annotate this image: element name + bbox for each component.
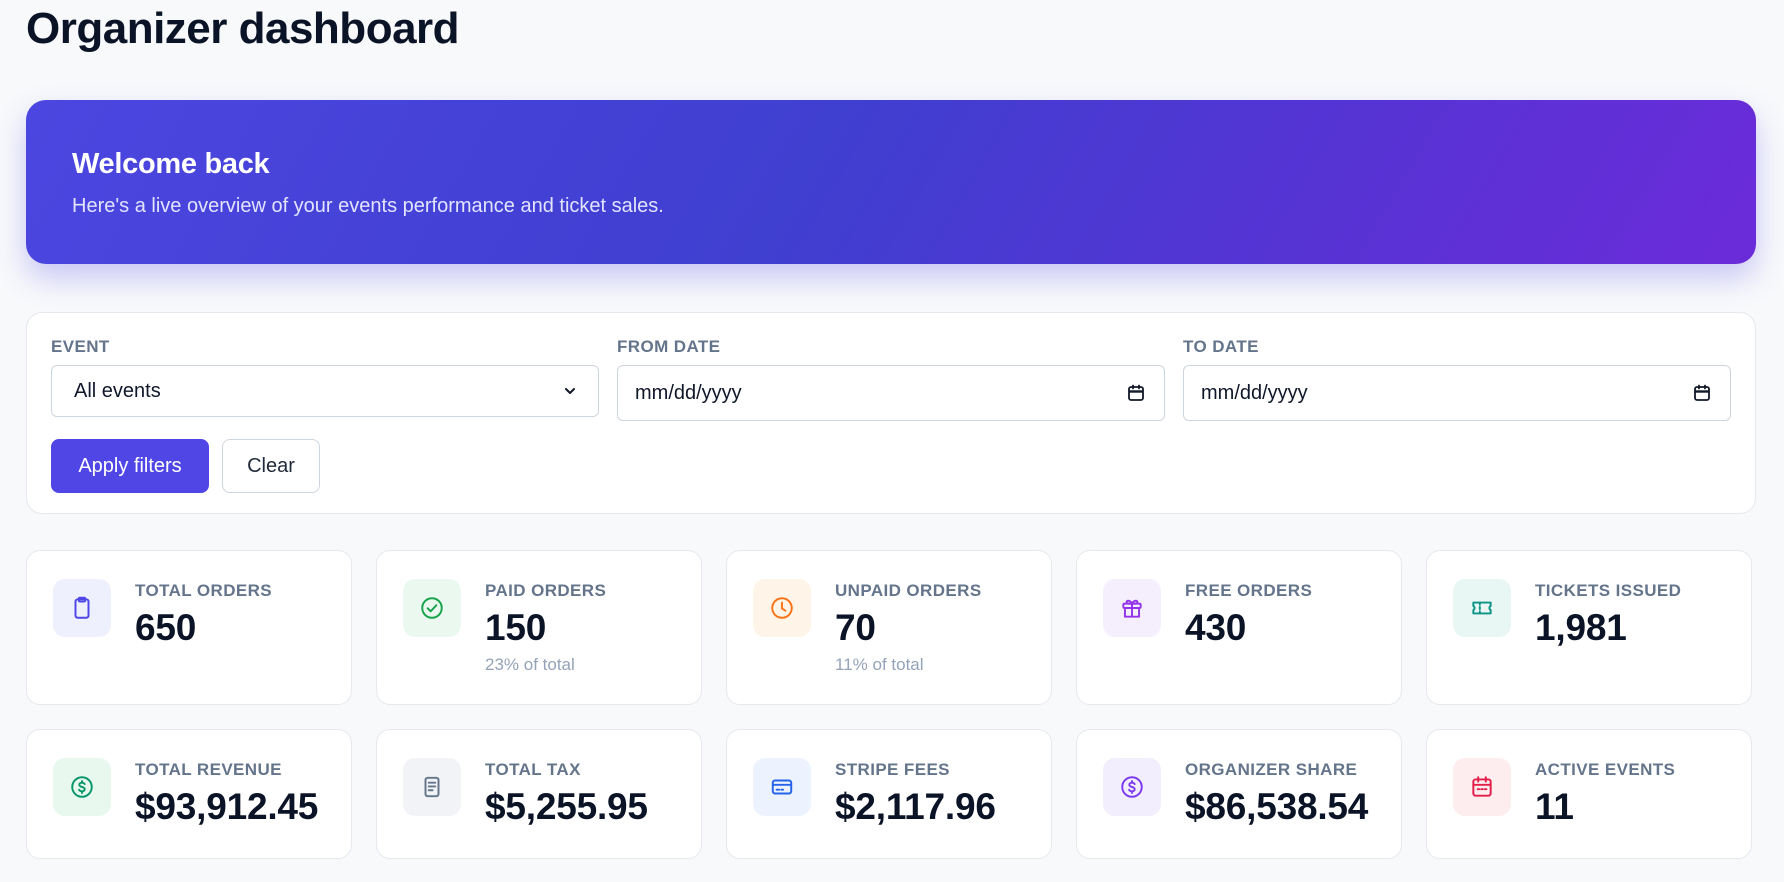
stat-card-free-orders: FREE ORDERS 430 bbox=[1076, 550, 1402, 705]
stat-label: UNPAID ORDERS bbox=[835, 581, 982, 600]
stat-card-active-events: ACTIVE EVENTS 11 bbox=[1426, 729, 1752, 859]
stat-value: 650 bbox=[135, 607, 197, 648]
calendar-icon[interactable] bbox=[1692, 383, 1712, 403]
clear-filters-button[interactable]: Clear bbox=[222, 439, 320, 493]
stat-percentage: 11% of total bbox=[835, 655, 924, 674]
organizer-dashboard: Organizer dashboard Welcome back Here's … bbox=[0, 0, 1784, 882]
stat-card-paid-orders: PAID ORDERS 150 23% of total bbox=[376, 550, 702, 705]
stat-label: ACTIVE EVENTS bbox=[1535, 760, 1676, 779]
chevron-down-icon bbox=[565, 388, 575, 394]
filters-panel: EVENT All events FROM DATE mm/dd/yyyy TO… bbox=[26, 312, 1756, 514]
ticket-icon bbox=[1453, 579, 1511, 637]
stat-label: TOTAL TAX bbox=[485, 760, 581, 779]
stat-value: $5,255.95 bbox=[485, 786, 648, 827]
event-filter-label: EVENT bbox=[51, 337, 110, 356]
stat-card-body: ORGANIZER SHARE $86,538.54 bbox=[1185, 758, 1368, 830]
stat-card-total-tax: TOTAL TAX $5,255.95 bbox=[376, 729, 702, 859]
stat-card-body: TOTAL TAX $5,255.95 bbox=[485, 758, 648, 830]
stat-label: PAID ORDERS bbox=[485, 581, 607, 600]
to-date-input[interactable]: mm/dd/yyyy bbox=[1183, 365, 1731, 421]
stat-card-organizer-share: ORGANIZER SHARE $86,538.54 bbox=[1076, 729, 1402, 859]
stat-card-body: UNPAID ORDERS 70 11% of total bbox=[835, 579, 982, 676]
stat-card-body: ACTIVE EVENTS 11 bbox=[1535, 758, 1675, 830]
stat-value: 11 bbox=[1535, 786, 1574, 827]
stat-value: 1,981 bbox=[1535, 607, 1627, 648]
calendar-icon[interactable] bbox=[1126, 383, 1146, 403]
stat-percentage: 23% of total bbox=[485, 655, 575, 674]
from-date-label: FROM DATE bbox=[617, 337, 721, 356]
stat-card-body: TICKETS ISSUED 1,981 bbox=[1535, 579, 1681, 676]
apply-filters-button[interactable]: Apply filters bbox=[51, 439, 209, 493]
stat-label: TOTAL ORDERS bbox=[135, 581, 273, 600]
stat-card-total-orders: TOTAL ORDERS 650 bbox=[26, 550, 352, 705]
welcome-title: Welcome back bbox=[72, 148, 270, 180]
from-date-value: mm/dd/yyyy bbox=[635, 381, 742, 404]
calendar-icon bbox=[1453, 758, 1511, 816]
event-select[interactable]: All events bbox=[51, 365, 599, 417]
stat-value: $93,912.45 bbox=[135, 786, 319, 827]
to-date-label: TO DATE bbox=[1183, 337, 1259, 356]
to-date-value: mm/dd/yyyy bbox=[1201, 381, 1308, 404]
event-select-value: All events bbox=[74, 379, 161, 402]
page-title: Organizer dashboard bbox=[26, 4, 460, 53]
stat-label: ORGANIZER SHARE bbox=[1185, 760, 1358, 779]
from-date-input[interactable]: mm/dd/yyyy bbox=[617, 365, 1165, 421]
stat-card-body: TOTAL REVENUE $93,912.45 bbox=[135, 758, 318, 830]
gift-icon bbox=[1103, 579, 1161, 637]
stat-card-body: PAID ORDERS 150 23% of total bbox=[485, 579, 606, 676]
welcome-banner: Welcome back Here's a live overview of y… bbox=[26, 100, 1756, 264]
receipt-icon bbox=[403, 758, 461, 816]
stat-label: FREE ORDERS bbox=[1185, 581, 1313, 600]
stat-value: $86,538.54 bbox=[1185, 786, 1369, 827]
stat-value: 70 bbox=[835, 607, 876, 648]
dollar-circle-icon bbox=[53, 758, 111, 816]
stat-label: STRIPE FEES bbox=[835, 760, 950, 779]
stat-value: $2,117.96 bbox=[835, 786, 996, 827]
stats-row: TOTAL REVENUE $93,912.45 TOTAL TAX $5,255.9… bbox=[26, 729, 1756, 859]
stat-label: TICKETS ISSUED bbox=[1535, 581, 1682, 600]
dollar-circle-icon bbox=[1103, 758, 1161, 816]
stat-card-body: TOTAL ORDERS 650 bbox=[135, 579, 272, 676]
stat-label: TOTAL REVENUE bbox=[135, 760, 282, 779]
stat-card-tickets-issued: TICKETS ISSUED 1,981 bbox=[1426, 550, 1752, 705]
clock-icon bbox=[753, 579, 811, 637]
stat-value: 150 bbox=[485, 607, 547, 648]
stat-card-total-revenue: TOTAL REVENUE $93,912.45 bbox=[26, 729, 352, 859]
stat-value: 430 bbox=[1185, 607, 1247, 648]
credit-card-icon bbox=[753, 758, 811, 816]
stats-row: TOTAL ORDERS 650 PAID ORDERS 150 23% of tota… bbox=[26, 550, 1756, 705]
stat-card-body: STRIPE FEES $2,117.96 bbox=[835, 758, 996, 830]
check-circle-icon bbox=[403, 579, 461, 637]
welcome-subtitle: Here's a live overview of your events pe… bbox=[72, 195, 664, 217]
stat-card-stripe-fees: STRIPE FEES $2,117.96 bbox=[726, 729, 1052, 859]
stat-card-body: FREE ORDERS 430 bbox=[1185, 579, 1312, 676]
stat-card-unpaid-orders: UNPAID ORDERS 70 11% of total bbox=[726, 550, 1052, 705]
clipboard-icon bbox=[53, 579, 111, 637]
